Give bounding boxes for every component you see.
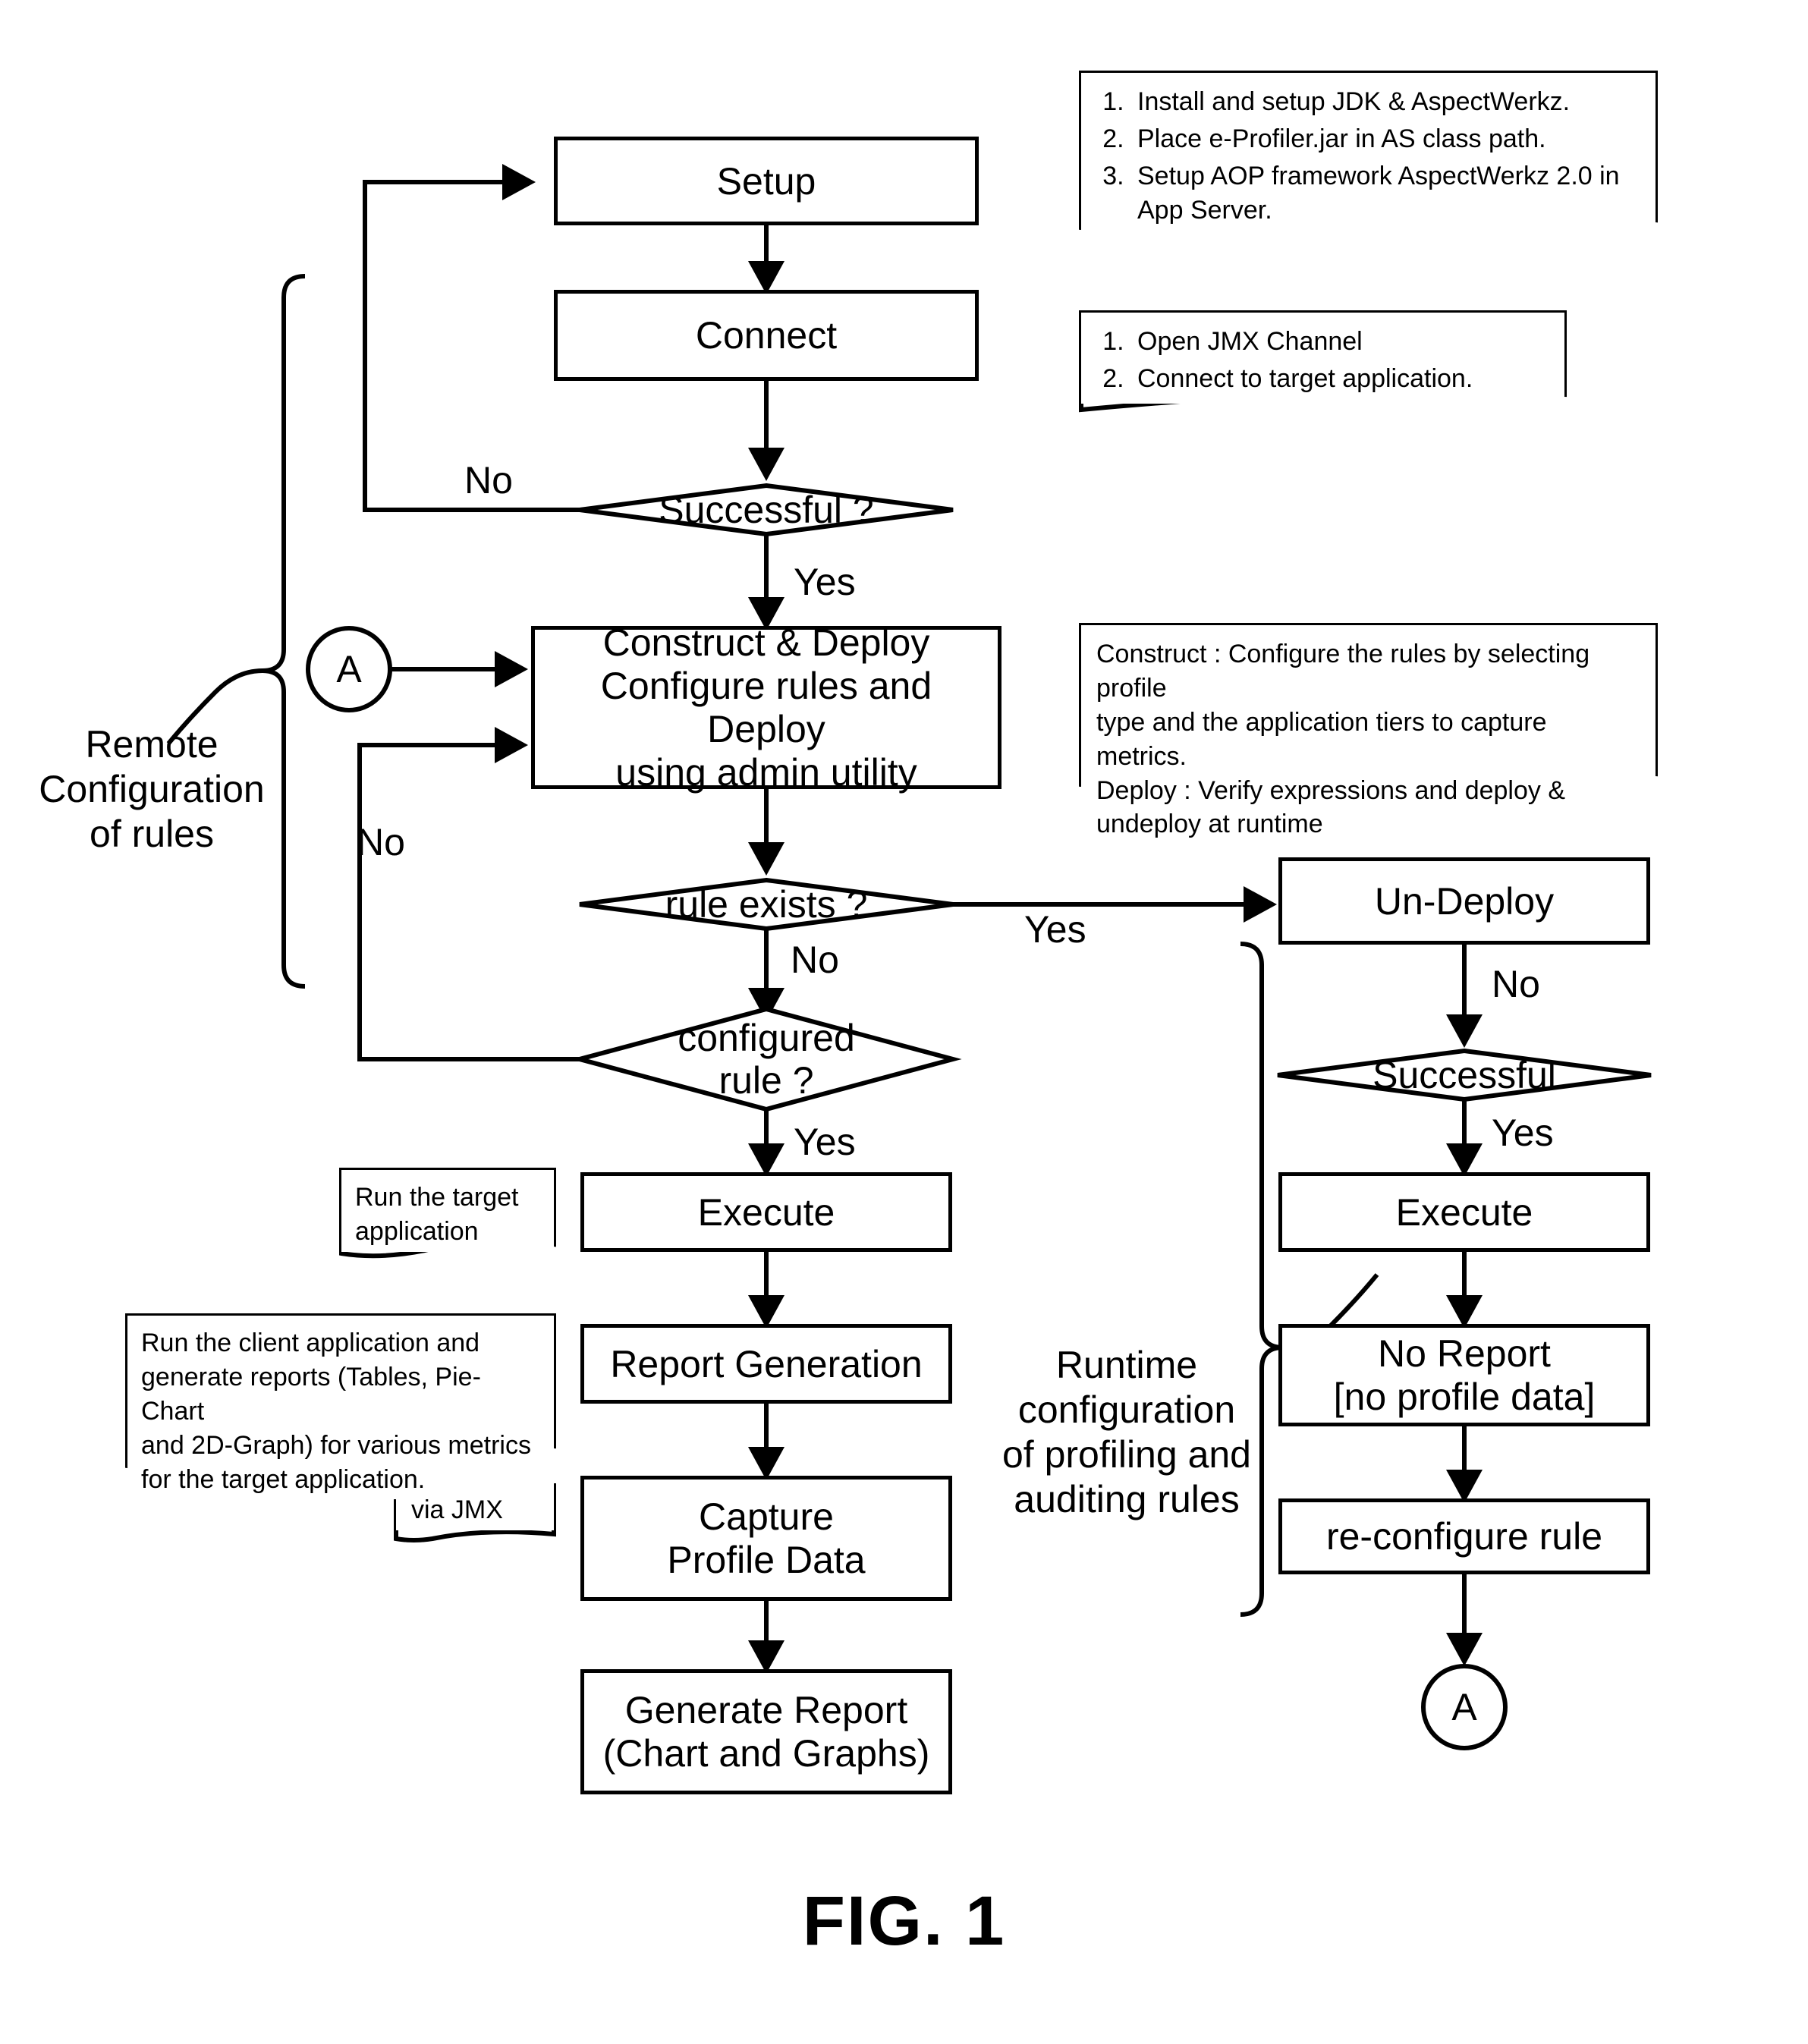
brace-label-remote-config: Remote Configuration of rules bbox=[30, 722, 273, 857]
node-construct-deploy-line3: using admin utility bbox=[615, 750, 917, 794]
note-via-jmx: via JMX bbox=[396, 1486, 554, 1530]
connector-a-bottom[interactable]: A bbox=[1423, 1666, 1505, 1748]
note-construct-line3: Deploy : Verify expressions and deploy & bbox=[1096, 775, 1566, 805]
node-execute-left-label: Execute bbox=[697, 1190, 835, 1234]
decision-successful-right-label: Successful bbox=[1373, 1054, 1556, 1096]
node-connect-label: Connect bbox=[695, 314, 838, 357]
node-no-report-line2: [no profile data] bbox=[1333, 1375, 1596, 1418]
brace-label-runtime-config-line3: of profiling and bbox=[1001, 1433, 1251, 1476]
note-setup-item-0: Install and setup JDK & AspectWerkz. bbox=[1131, 85, 1642, 119]
node-report-generation[interactable]: Report Generation bbox=[580, 1324, 952, 1404]
brace-label-remote-config-line3: of rules bbox=[90, 813, 214, 855]
note-run-client: Run the client application and generate … bbox=[127, 1316, 554, 1500]
edge-label-right-successful-yes: Yes bbox=[1492, 1112, 1554, 1154]
node-construct-deploy-line1: Construct & Deploy bbox=[602, 621, 930, 664]
node-execute-left[interactable]: Execute bbox=[580, 1172, 952, 1252]
node-generate-report-line1: Generate Report bbox=[624, 1688, 908, 1731]
note-run-target: Run the target application bbox=[341, 1170, 554, 1252]
brace-label-runtime-config: Runtime configuration of profiling and a… bbox=[994, 1343, 1259, 1522]
node-execute-right-label: Execute bbox=[1395, 1190, 1533, 1234]
edge-label-rule-exists-yes: Yes bbox=[1024, 908, 1086, 951]
node-generate-report[interactable]: Generate Report (Chart and Graphs) bbox=[580, 1669, 952, 1794]
brace-label-runtime-config-line4: auditing rules bbox=[1014, 1478, 1240, 1520]
note-connect: Open JMX Channel Connect to target appli… bbox=[1081, 313, 1564, 404]
edge-label-undeploy-no: No bbox=[1492, 963, 1540, 1005]
edge-label-configured-rule-yes: Yes bbox=[794, 1121, 856, 1163]
decision-rule-exists bbox=[579, 877, 954, 932]
note-run-client-line3: and 2D-Graph) for various metrics bbox=[141, 1430, 531, 1460]
note-construct: Construct : Configure the rules by selec… bbox=[1081, 625, 1655, 847]
node-construct-deploy[interactable]: Construct & Deploy Configure rules and D… bbox=[531, 621, 1001, 794]
note-run-client-line1: Run the client application and bbox=[141, 1329, 480, 1357]
decision-configured-rule-label-wrap: configured rule ? bbox=[607, 1009, 926, 1109]
brace-label-runtime-config-line2: configuration bbox=[1017, 1388, 1236, 1431]
decision-successful-label-wrap: Successful ? bbox=[607, 486, 926, 534]
decision-successful-right-label-wrap: Successful bbox=[1305, 1051, 1624, 1099]
node-un-deploy-label: Un-Deploy bbox=[1374, 879, 1555, 923]
note-setup-item-2: Setup AOP framework AspectWerkz 2.0 in A… bbox=[1131, 159, 1642, 228]
decision-successful bbox=[579, 483, 954, 537]
node-capture-profile-data[interactable]: Capture Profile Data bbox=[580, 1476, 952, 1601]
brace-remote-config bbox=[262, 274, 306, 989]
note-connect-item-0: Open JMX Channel bbox=[1131, 325, 1551, 359]
note-construct-line4: undeploy at runtime bbox=[1096, 810, 1323, 839]
connector-a-left-label: A bbox=[336, 648, 362, 690]
note-run-target-line1: Run the target bbox=[355, 1183, 519, 1212]
node-no-report[interactable]: No Report [no profile data] bbox=[1278, 1324, 1650, 1426]
figure-caption: FIG. 1 bbox=[802, 1882, 1006, 1960]
edge-label-rule-exists-no: No bbox=[791, 939, 839, 981]
decision-configured-rule bbox=[571, 1006, 962, 1112]
decision-successful-label: Successful ? bbox=[659, 489, 874, 531]
note-connect-list: Open JMX Channel Connect to target appli… bbox=[1096, 325, 1551, 396]
note-construct-line2: type and the application tiers to captur… bbox=[1096, 707, 1547, 771]
note-setup-list: Install and setup JDK & AspectWerkz. Pla… bbox=[1096, 85, 1642, 228]
node-capture-profile-line2: Profile Data bbox=[667, 1538, 866, 1581]
node-setup-label: Setup bbox=[716, 159, 816, 203]
note-setup-item-1: Place e-Profiler.jar in AS class path. bbox=[1131, 122, 1642, 156]
node-reconfigure-rule[interactable]: re-configure rule bbox=[1278, 1498, 1650, 1574]
node-report-generation-label: Report Generation bbox=[610, 1342, 923, 1385]
decision-successful-right bbox=[1277, 1048, 1652, 1102]
node-execute-right[interactable]: Execute bbox=[1278, 1172, 1650, 1252]
figure-canvas: Setup Connect Construct & Deploy Configu… bbox=[0, 0, 1808, 2044]
edge-label-construct-loop-no: No bbox=[357, 821, 405, 863]
note-run-target-line2: application bbox=[355, 1216, 479, 1246]
node-un-deploy[interactable]: Un-Deploy bbox=[1278, 857, 1650, 945]
edge-label-successful-no: No bbox=[464, 459, 513, 502]
decision-rule-exists-label: rule exists ? bbox=[665, 883, 868, 926]
decision-configured-rule-line2: rule ? bbox=[718, 1059, 814, 1102]
brace-label-remote-config-line1: Remote bbox=[85, 723, 219, 766]
node-connect[interactable]: Connect bbox=[554, 290, 979, 381]
edge-label-successful-yes: Yes bbox=[794, 561, 856, 603]
connector-a-left[interactable]: A bbox=[308, 628, 390, 710]
node-reconfigure-rule-label: re-configure rule bbox=[1325, 1515, 1603, 1558]
node-construct-deploy-line2: Configure rules and Deploy bbox=[600, 664, 932, 750]
note-setup: Install and setup JDK & AspectWerkz. Pla… bbox=[1081, 73, 1655, 235]
note-run-client-line2: generate reports (Tables, Pie-Chart bbox=[141, 1362, 481, 1426]
node-generate-report-line2: (Chart and Graphs) bbox=[602, 1731, 930, 1775]
decision-rule-exists-label-wrap: rule exists ? bbox=[607, 880, 926, 929]
connector-a-bottom-label: A bbox=[1451, 1686, 1477, 1728]
edge-configured-no-loop bbox=[357, 727, 602, 1061]
brace-label-remote-config-line2: Configuration bbox=[39, 768, 265, 810]
node-no-report-line1: No Report bbox=[1378, 1332, 1551, 1375]
node-capture-profile-line1: Capture bbox=[699, 1495, 834, 1538]
brace-label-runtime-config-line1: Runtime bbox=[1055, 1344, 1198, 1386]
note-construct-line1: Construct : Configure the rules by selec… bbox=[1096, 640, 1590, 703]
decision-configured-rule-line1: configured bbox=[678, 1017, 855, 1059]
note-via-jmx-text: via JMX bbox=[411, 1495, 503, 1524]
node-setup[interactable]: Setup bbox=[554, 137, 979, 225]
note-connect-item-1: Connect to target application. bbox=[1131, 362, 1551, 396]
